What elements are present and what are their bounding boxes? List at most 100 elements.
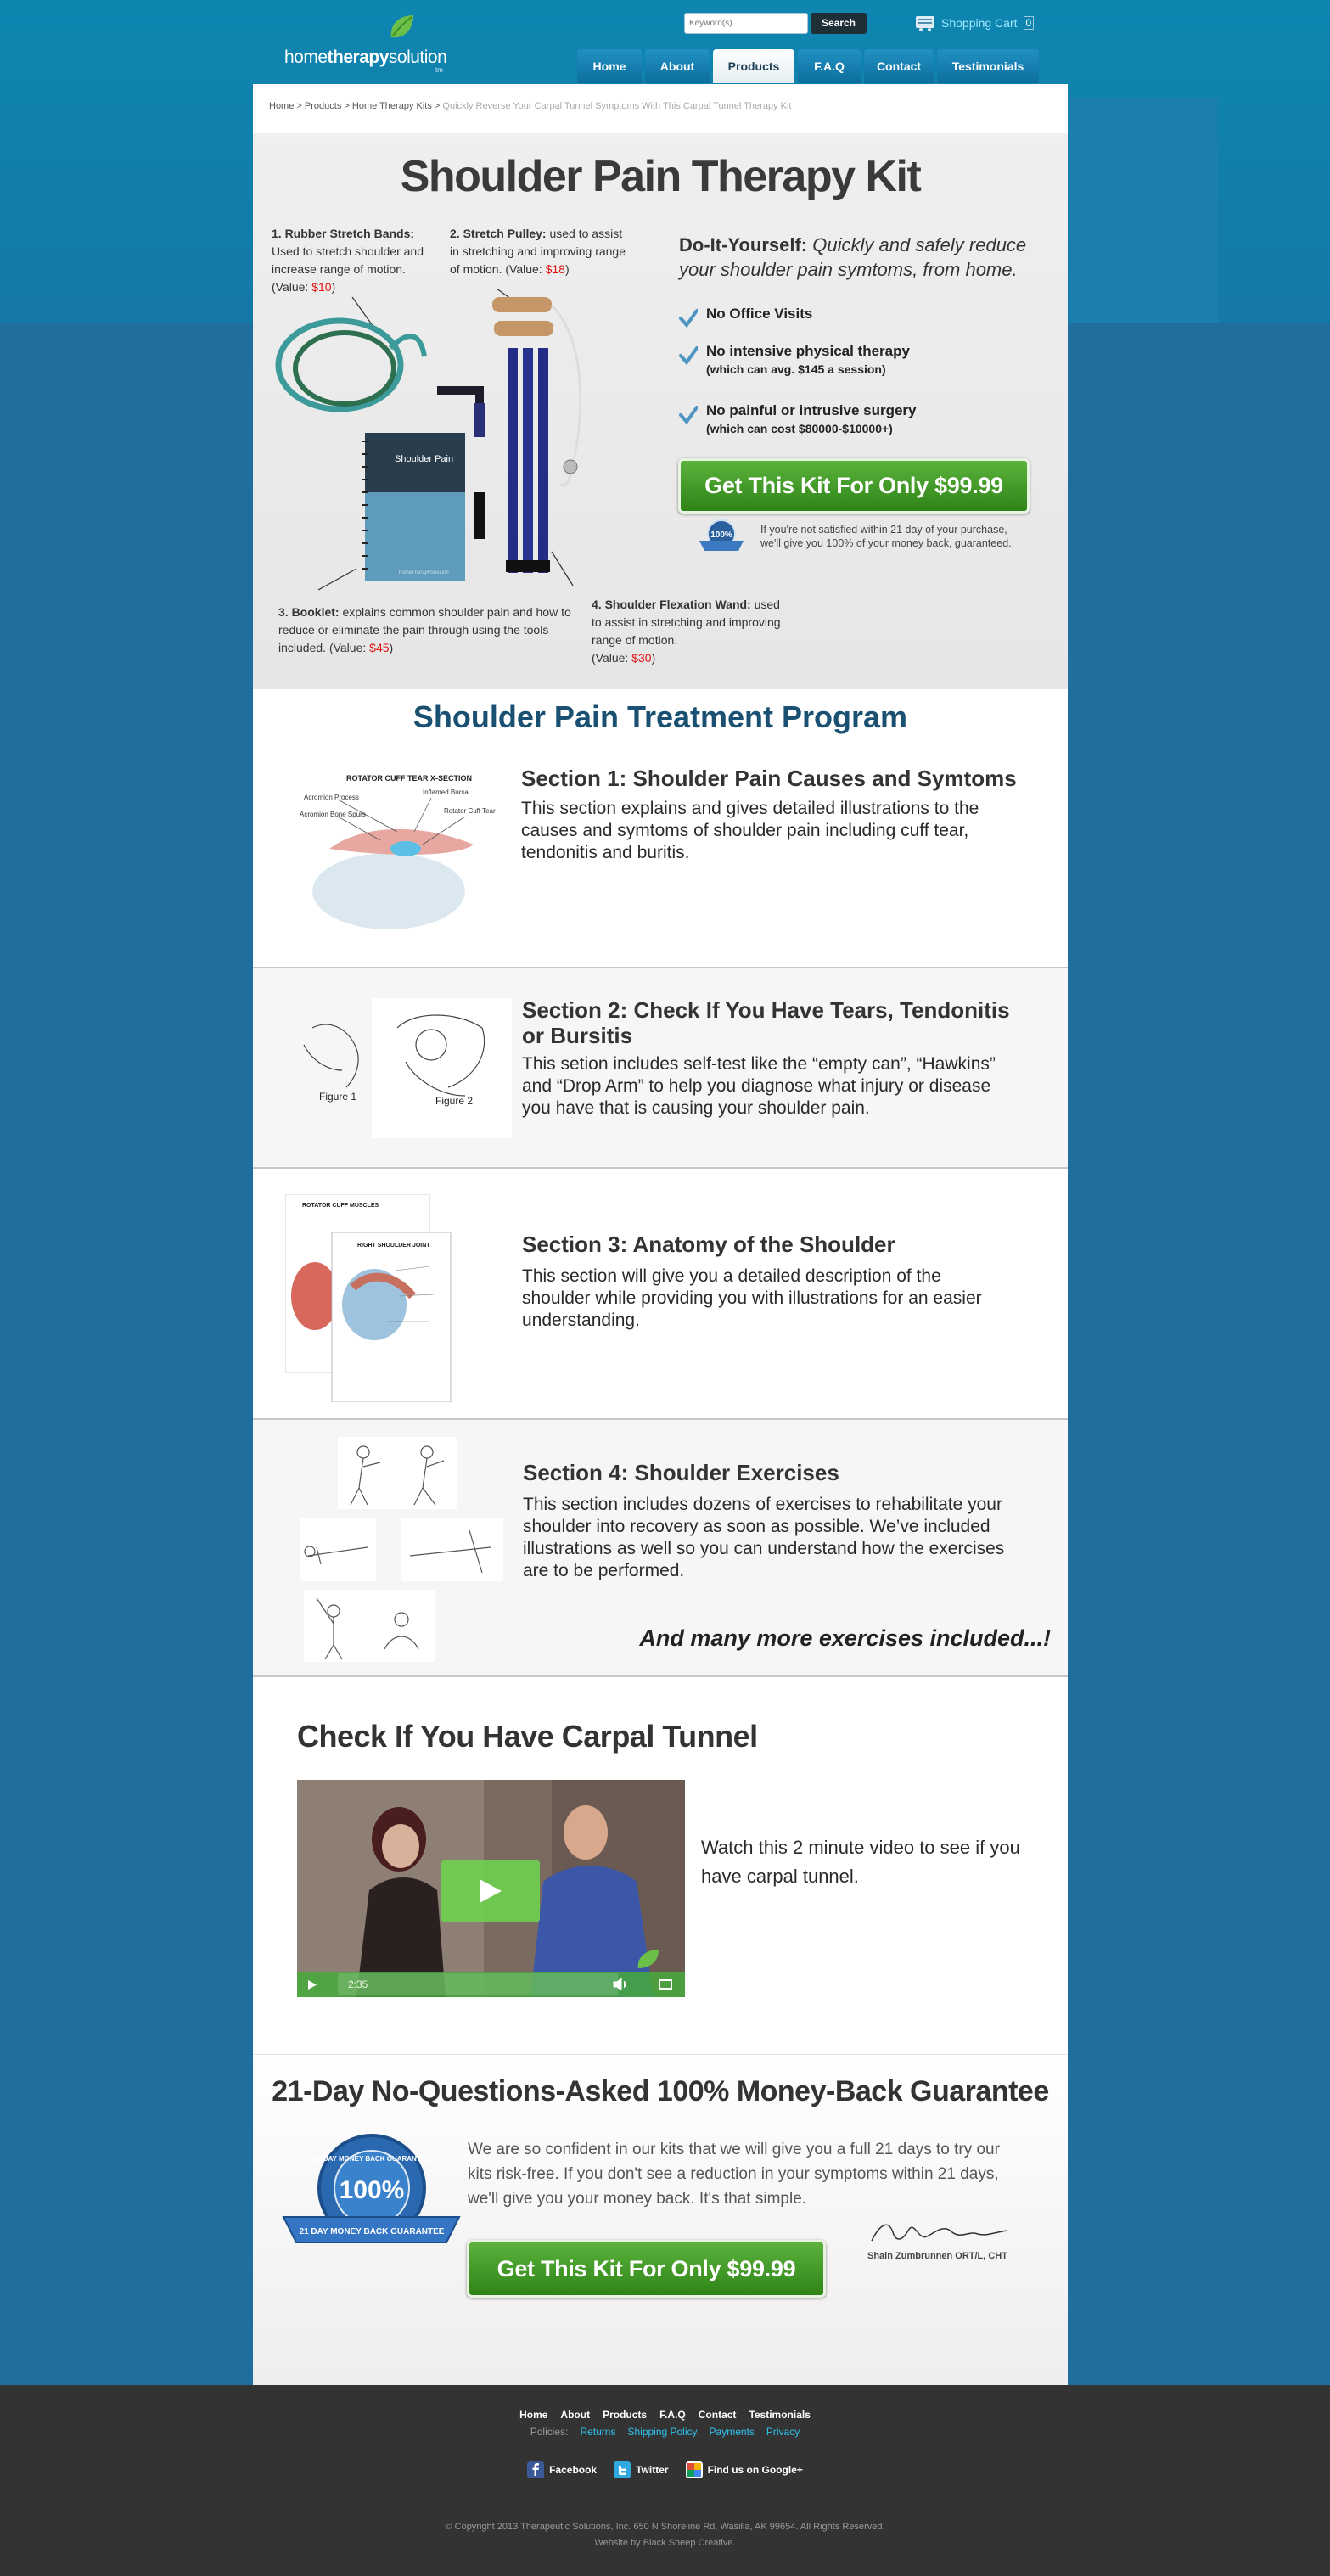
section-title: Section 2: Check If You Have Tears, Tend…	[522, 997, 1010, 1048]
play-icon	[480, 1879, 502, 1903]
shopping-cart-icon	[916, 16, 934, 31]
section-1: ROTATOR CUFF TEAR X-SECTION Acromion Pro…	[253, 738, 1068, 968]
google-plus-label: Find us on Google+	[707, 2464, 803, 2476]
rubber-bands	[275, 317, 427, 412]
breadcrumb: Home > Products > Home Therapy Kits > Qu…	[269, 101, 791, 111]
program-title: Shoulder Pain Treatment Program	[412, 699, 908, 734]
callout-stretch-pulley: 2. Stretch Pulley: used to assist in str…	[450, 227, 626, 276]
twitter-icon	[614, 2461, 631, 2478]
leaf-watermark-icon	[637, 1950, 659, 1968]
footer-social: Facebook Twitter Find us on Google+	[0, 2461, 1330, 2478]
site-logo[interactable]: hometherapysolution tm	[284, 12, 480, 74]
footer-link-home[interactable]: Home	[519, 2409, 547, 2421]
money-back-badge: 21 DAY MONEY BACK GUARANTEE 100% 21 DAY …	[282, 2134, 461, 2243]
svg-text:ROTATOR CUFF TEAR X-SECTION: ROTATOR CUFF TEAR X-SECTION	[346, 774, 472, 783]
brand-name: hometherapysolution	[284, 48, 447, 67]
policy-link-returns[interactable]: Returns	[580, 2426, 615, 2438]
guarantee-note-text: If you're not satisfied within 21 day of…	[760, 524, 1012, 549]
video-time: 2:35	[348, 1978, 368, 1990]
video-controls: 2:35	[297, 1972, 685, 1997]
footer-link-about[interactable]: About	[560, 2409, 590, 2421]
footer-link-faq[interactable]: F.A.Q	[659, 2409, 686, 2421]
guarantee-seal-icon: 100%	[699, 519, 744, 551]
google-plus-link[interactable]: Find us on Google+	[685, 2461, 803, 2478]
benefit-item: No Office Visits	[679, 304, 812, 328]
policy-link-shipping[interactable]: Shipping Policy	[627, 2426, 697, 2438]
play-overlay-button[interactable]	[441, 1860, 540, 1922]
nav-products[interactable]: Products	[713, 49, 794, 83]
booklet: Shoulder Pain homeTherapySolution	[362, 433, 465, 581]
callout-booklet: 3. Booklet: explains common shoulder pai…	[278, 605, 571, 654]
booklet-title: Shoulder Pain	[395, 454, 453, 464]
section-title: Section 3: Anatomy of the Shoulder	[522, 1232, 895, 1257]
video-description: Watch this 2 minute video to see if you …	[701, 1837, 1020, 1887]
guarantee-body: We are so confident in our kits that we …	[468, 2141, 1000, 2208]
policy-link-payments[interactable]: Payments	[710, 2426, 755, 2438]
svg-text:Inflamed Bursa: Inflamed Bursa	[423, 789, 469, 796]
svg-text:100%: 100%	[340, 2176, 405, 2204]
section-divider	[253, 1675, 1068, 1677]
benefit-item: No intensive physical therapy (which can …	[679, 341, 910, 378]
svg-text:Rotator Cuff Tear: Rotator Cuff Tear	[444, 807, 496, 815]
main-nav: Home About Products F.A.Q Contact Testim…	[577, 49, 1039, 83]
video-title: Check If You Have Carpal Tunnel	[297, 1719, 758, 1754]
facebook-label: Facebook	[549, 2464, 598, 2476]
nav-home[interactable]: Home	[577, 49, 642, 83]
svg-text:Figure 1: Figure 1	[319, 1091, 356, 1103]
facebook-link[interactable]: Facebook	[527, 2461, 597, 2478]
page-title: Shoulder Pain Therapy Kit	[400, 152, 922, 201]
breadcrumb-home[interactable]: Home	[269, 101, 294, 111]
footer-link-testimonials[interactable]: Testimonials	[749, 2409, 810, 2421]
footer-link-products[interactable]: Products	[603, 2409, 647, 2421]
breadcrumb-separator: >	[296, 101, 302, 111]
breadcrumb-separator: >	[434, 101, 441, 111]
svg-text:21 DAY MONEY BACK GUARANTEE: 21 DAY MONEY BACK GUARANTEE	[314, 2155, 430, 2163]
callout-flexation-wand: 4. Shoulder Flexation Wand: used to assi…	[592, 598, 781, 665]
section-body: This setion includes self-test like the …	[522, 1054, 996, 1118]
buy-kit-button[interactable]: Get This Kit For Only $99.99	[678, 458, 1030, 514]
guarantee-note: 100% If you're not satisfied within 21 d…	[696, 519, 1024, 554]
search-input[interactable]	[684, 13, 808, 34]
buy-kit-button-bottom[interactable]: Get This Kit For Only $99.99	[467, 2240, 826, 2298]
fullscreen-icon[interactable]	[658, 1978, 673, 1990]
volume-icon[interactable]	[613, 1978, 628, 1990]
nav-faq[interactable]: F.A.Q	[798, 49, 861, 83]
breadcrumb-separator: >	[344, 101, 350, 111]
svg-text:21 DAY MONEY BACK GUARANTEE: 21 DAY MONEY BACK GUARANTEE	[300, 2227, 445, 2236]
cart-count: 0	[1023, 16, 1035, 30]
svg-text:Acromion Process: Acromion Process	[304, 794, 359, 801]
benefit-item: No painful or intrusive surgery (which ca…	[679, 401, 917, 437]
search-button[interactable]: Search	[811, 13, 867, 34]
section-body: This section explains and gives detailed…	[521, 799, 979, 862]
rotator-cuff-illustration: ROTATOR CUFF TEAR X-SECTION Acromion Pro…	[300, 774, 496, 929]
shopping-cart-link[interactable]: Shopping Cart 0	[915, 13, 1035, 33]
nav-contact[interactable]: Contact	[864, 49, 934, 83]
footer-policies: Policies: Returns Shipping Policy Paymen…	[0, 2426, 1330, 2438]
section-3: ROTATOR CUFF MUSCLES RIGHT SHOULDER JOIN…	[253, 1169, 1068, 1419]
self-test-illustration: Figure 1 Figure 2	[303, 998, 512, 1138]
leaf-logo-icon	[390, 15, 413, 38]
breadcrumb-products[interactable]: Products	[305, 101, 341, 111]
section-body: This section will give you a detailed de…	[522, 1266, 982, 1330]
copyright: © Copyright 2013 Therapeutic Solutions, …	[445, 2522, 885, 2532]
site-header: hometherapysolution tm Search Shopping C…	[0, 0, 1330, 85]
video-progress-bar[interactable]	[338, 1973, 618, 1995]
video-player[interactable]: 2:35	[297, 1780, 685, 1997]
trademark: tm	[435, 66, 443, 74]
callout-stretch-bands: 1. Rubber Stretch Bands: Used to stretch…	[272, 227, 424, 294]
svg-text:RIGHT SHOULDER JOINT: RIGHT SHOULDER JOINT	[357, 1243, 430, 1249]
breadcrumb-home-therapy-kits[interactable]: Home Therapy Kits	[352, 101, 432, 111]
policy-link-privacy[interactable]: Privacy	[766, 2426, 800, 2438]
svg-text:100%: 100%	[710, 530, 732, 540]
site-credit[interactable]: Website by Black Sheep Creative.	[0, 2538, 1330, 2548]
play-small-icon[interactable]	[307, 1979, 317, 1990]
twitter-link[interactable]: Twitter	[614, 2461, 669, 2478]
nav-testimonials[interactable]: Testimonials	[937, 49, 1039, 83]
breadcrumb-current: Quickly Reverse Your Carpal Tunnel Sympt…	[442, 101, 792, 111]
kit-product-image: Shoulder Pain homeTherapySolution	[275, 288, 582, 591]
footer-link-contact[interactable]: Contact	[699, 2409, 737, 2421]
google-plus-icon	[685, 2461, 703, 2478]
nav-about[interactable]: About	[645, 49, 710, 83]
checkmark-icon	[679, 309, 698, 328]
checkmark-icon	[679, 406, 698, 424]
